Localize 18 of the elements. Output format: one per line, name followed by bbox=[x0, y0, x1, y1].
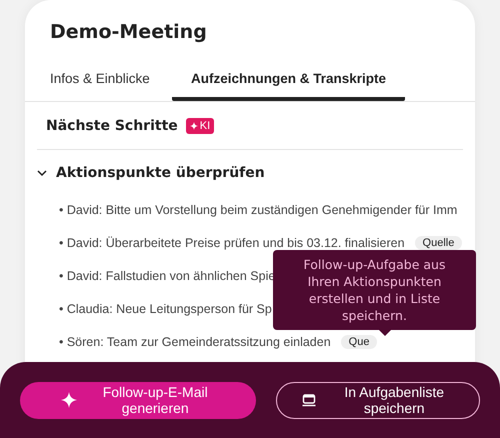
action-item: • David: Überarbeitete Preise prüfen und bis 03.12. finalisieren bbox=[59, 236, 405, 250]
section-title: Aktionspunkte überprüfen bbox=[56, 165, 265, 181]
section-heading: Nächste Schritte bbox=[46, 118, 178, 134]
action-item: • Claudia: Neue Leitungsperson für Sp bbox=[59, 302, 272, 316]
save-button[interactable]: In Aufgabenliste speichern bbox=[276, 382, 480, 418]
tooltip-text: Follow-up-Aufgabe aus Ihren Aktionspunkten erstellen und in Liste speichern. bbox=[302, 256, 446, 324]
generate-button[interactable]: Follow-up-E-Mail generieren bbox=[20, 382, 256, 418]
action-item: • David: Bitte um Vorstellung beim zuständigen Genehmigender für Imm bbox=[59, 202, 458, 216]
action-item: • Sören: Team zur Gemeinderatssitzung einladen bbox=[59, 334, 331, 348]
source-tag[interactable]: Que bbox=[340, 334, 378, 348]
source-tag[interactable]: Quelle bbox=[414, 236, 462, 250]
tab[interactable]: Infos & Einblicke bbox=[50, 61, 172, 101]
laptop-icon bbox=[302, 394, 316, 406]
ai-badge: KI bbox=[186, 118, 214, 134]
meeting-title: Demo-Meeting bbox=[49, 20, 208, 45]
sparkle-icon bbox=[61, 392, 78, 408]
tab[interactable]: Aufzeichnungen & Transkripte bbox=[172, 61, 405, 101]
sparkle-icon bbox=[190, 122, 198, 130]
